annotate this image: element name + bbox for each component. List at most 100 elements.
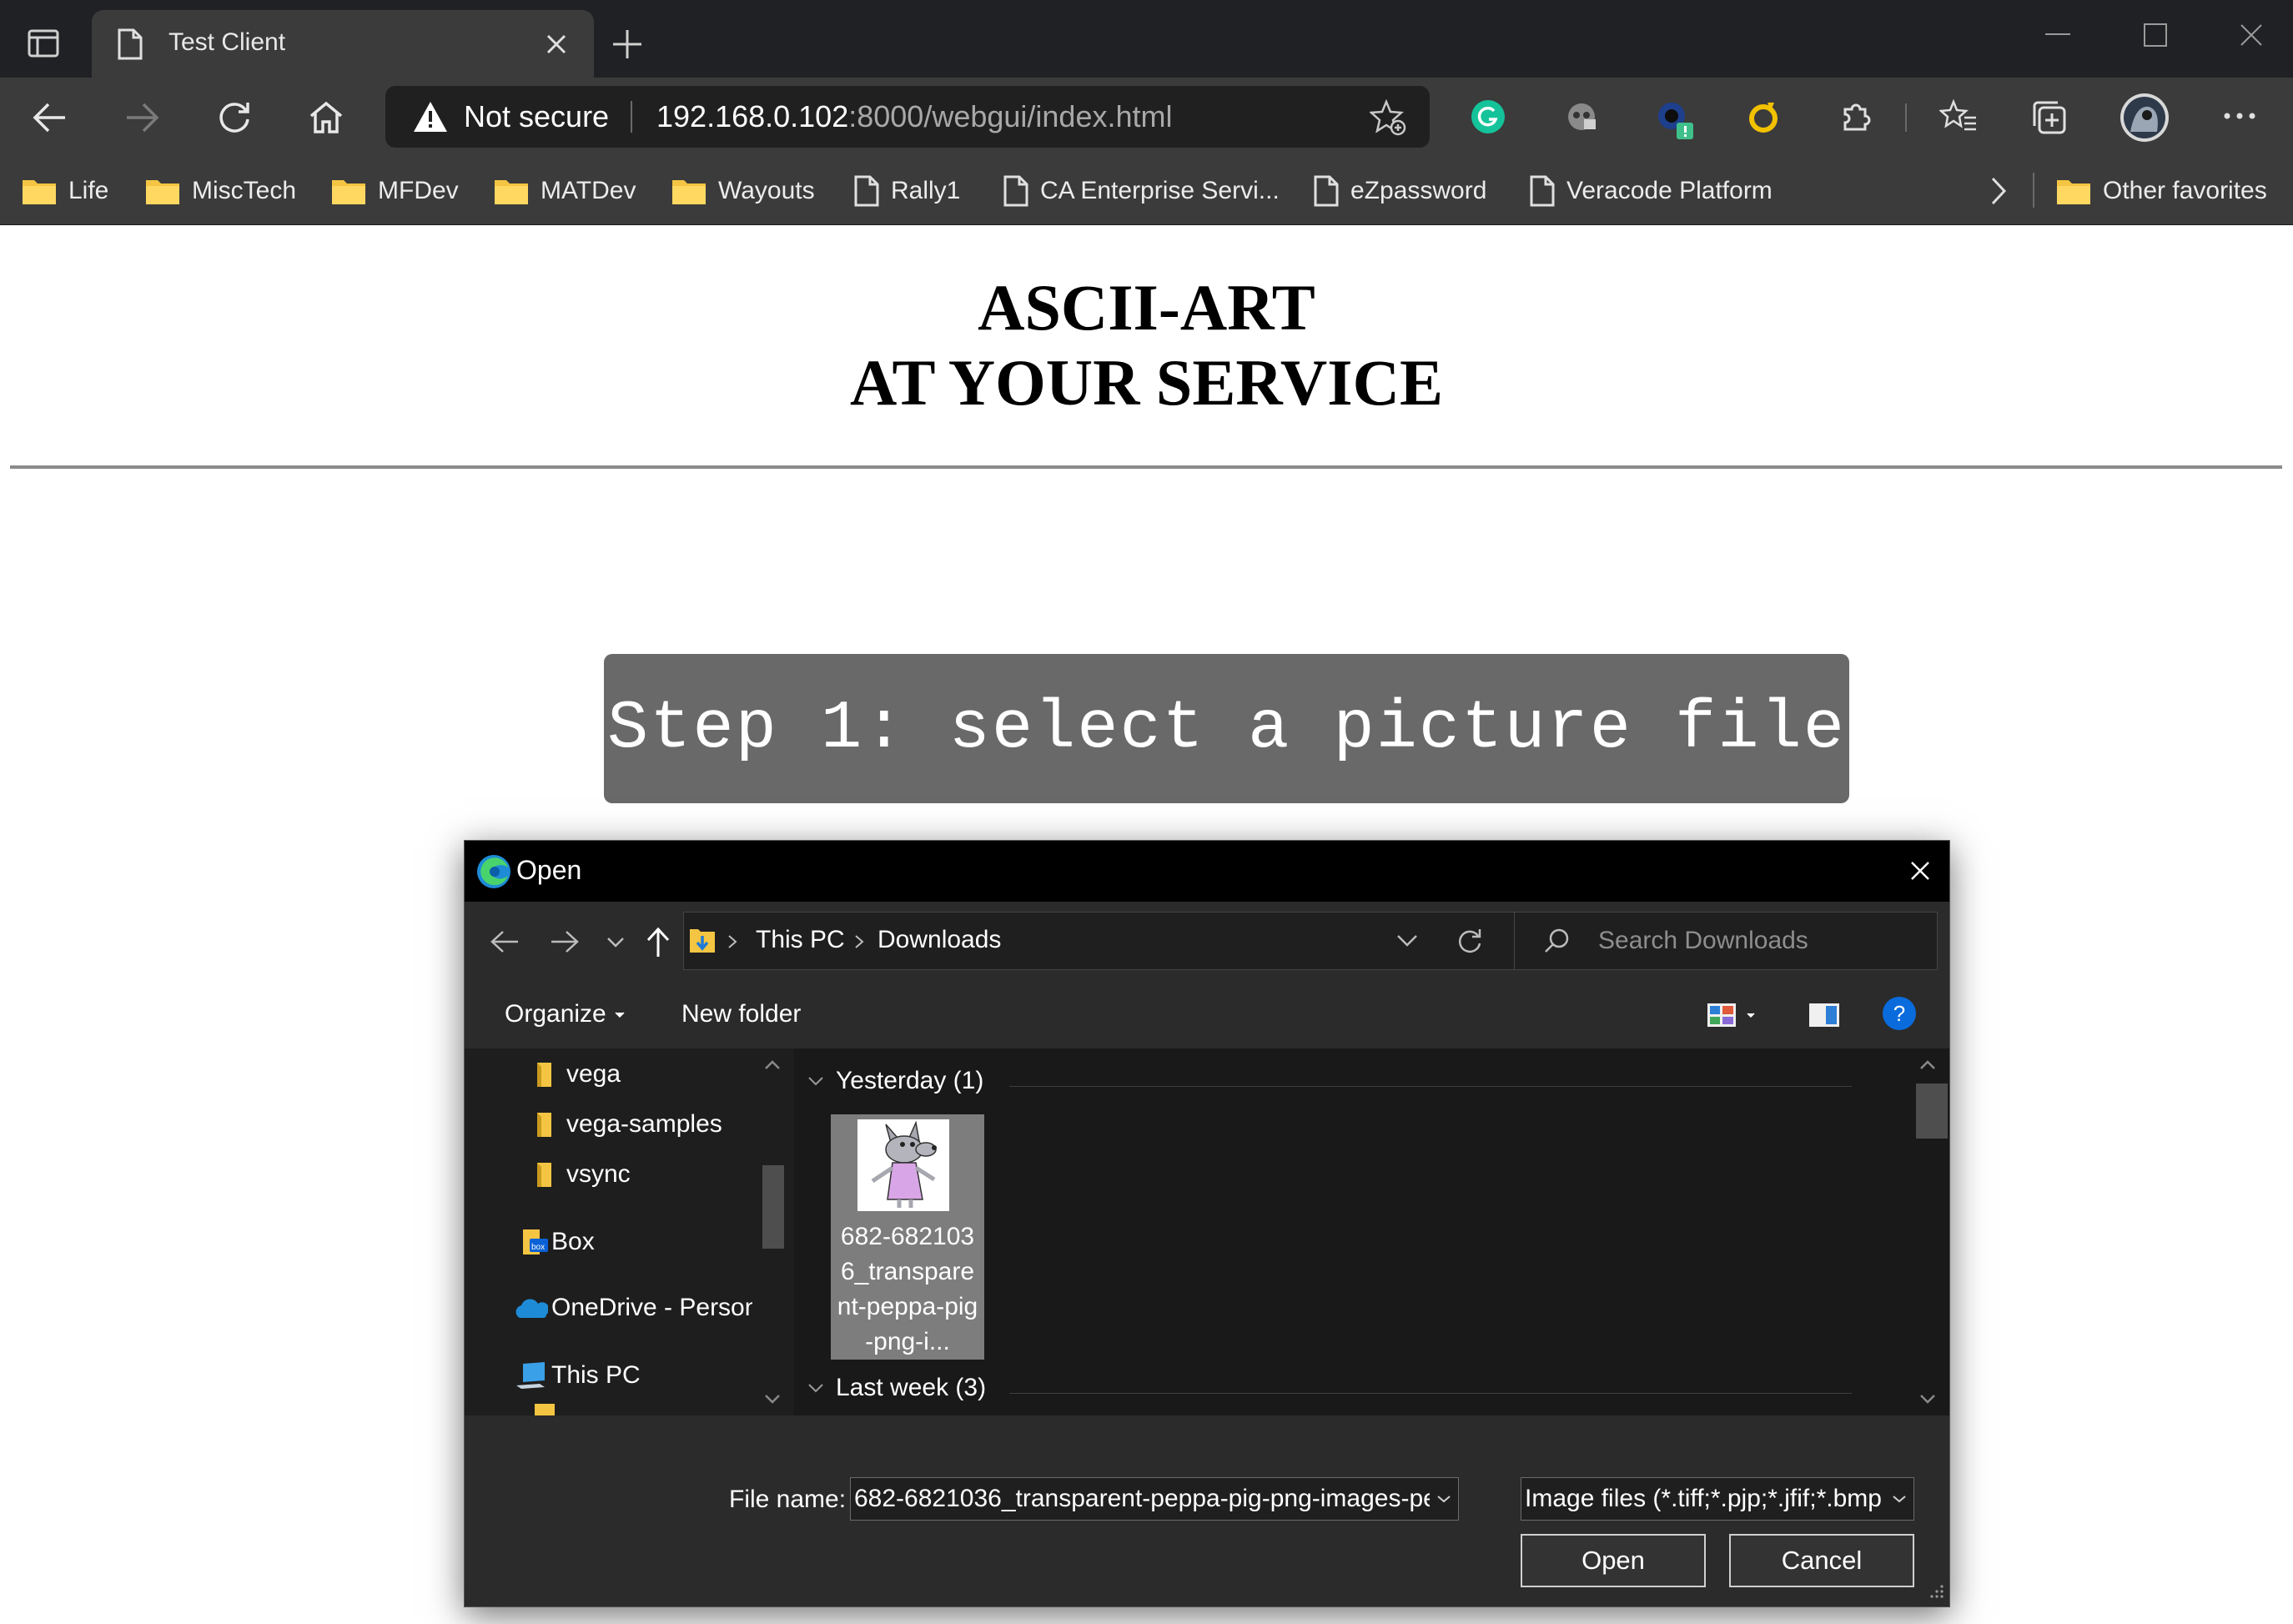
forward-icon[interactable] (123, 99, 160, 136)
favorite-wayouts[interactable]: Wayouts (671, 169, 815, 213)
favorites-divider (2033, 173, 2034, 208)
favorite-matdev[interactable]: MATDev (494, 169, 636, 213)
open-button[interactable]: Open (1521, 1534, 1706, 1587)
dialog-close-icon[interactable] (1910, 861, 1930, 881)
file-name-field-label: File name: (729, 1486, 847, 1513)
preview-pane-icon[interactable] (1808, 1000, 1841, 1030)
warning-icon[interactable] (412, 100, 449, 133)
group-label: Last week (3) (836, 1374, 987, 1401)
scroll-thumb[interactable] (1916, 1084, 1948, 1139)
close-window-icon[interactable] (2240, 23, 2263, 47)
chevron-down-icon[interactable] (1430, 1478, 1458, 1520)
nav-item-vsync[interactable]: vsync (535, 1160, 631, 1189)
address-divider (631, 101, 632, 133)
nav-item-label: This PC (551, 1361, 641, 1389)
up-folder-icon[interactable] (646, 927, 671, 958)
nav-item-vega-samples[interactable]: vega-samples (535, 1110, 722, 1139)
new-folder-button[interactable]: New folder (681, 1000, 801, 1028)
favorite-rally1[interactable]: Rally1 (854, 169, 960, 213)
maximize-icon[interactable] (2144, 23, 2167, 47)
recent-locations-chevron-icon[interactable] (606, 937, 625, 948)
new-tab-icon[interactable] (611, 28, 643, 60)
url-text[interactable]: 192.168.0.102:8000/webgui/index.html (656, 99, 1172, 134)
change-view-icon[interactable] (1706, 1000, 1759, 1030)
search-downloads-field[interactable]: Search Downloads (1514, 912, 1938, 970)
file-type-select[interactable]: Image files (*.tiff;*.pjp;*.jfif;*.bmp (1521, 1477, 1914, 1521)
page-icon (1003, 175, 1028, 207)
scroll-down-icon[interactable] (764, 1394, 781, 1404)
nav-item-vega[interactable]: vega (535, 1060, 621, 1089)
scroll-up-icon[interactable] (764, 1060, 781, 1070)
group-yesterday[interactable]: Yesterday (1) (807, 1067, 983, 1095)
page-icon (117, 28, 143, 60)
dialog-title-bar: Open (465, 841, 1949, 902)
nav-item-box[interactable]: box Box (520, 1227, 595, 1257)
folder-icon (535, 1110, 556, 1139)
close-tab-icon[interactable] (546, 33, 567, 55)
profile-avatar[interactable] (2119, 92, 2170, 143)
dialog-back-icon[interactable] (490, 929, 520, 954)
favorite-ezpassword[interactable]: eZpassword (1314, 169, 1486, 213)
scroll-down-icon[interactable] (1919, 1394, 1936, 1404)
favorite-label: CA Enterprise Servi... (1040, 177, 1280, 204)
favorites-bar: Life MiscTech MFDev MATDev Wayouts Rally… (0, 158, 2293, 225)
security-status[interactable]: Not secure (464, 99, 609, 134)
file-name-label: 682-6821036_transparent-peppa-pig-png-i.… (837, 1223, 978, 1355)
add-favorite-icon[interactable] (1370, 99, 1406, 136)
refresh-icon[interactable] (216, 99, 253, 136)
file-name-input[interactable]: 682-6821036_transparent-peppa-pig-png-im… (850, 1477, 1459, 1521)
scroll-thumb[interactable] (762, 1165, 784, 1249)
nav-item-onedrive[interactable]: OneDrive - Person (515, 1294, 758, 1322)
collections-icon[interactable] (2031, 99, 2068, 136)
nav-item-this-pc[interactable]: This PC (515, 1360, 641, 1390)
folder-icon (671, 177, 707, 205)
favorite-veracode[interactable]: Veracode Platform (1530, 169, 1773, 213)
more-options-icon[interactable] (2223, 112, 2256, 120)
file-item[interactable]: 682-6821036_transparent-peppa-pig-png-i.… (831, 1114, 984, 1360)
file-list-scrollbar[interactable] (1908, 1048, 1949, 1415)
svg-text:box: box (531, 1243, 545, 1252)
scroll-up-icon[interactable] (1919, 1060, 1936, 1070)
chevron-down-icon (807, 1383, 824, 1393)
extension-blue-icon[interactable] (1655, 98, 1695, 141)
dialog-forward-icon[interactable] (550, 929, 580, 954)
dialog-title: Open (516, 855, 582, 885)
back-icon[interactable] (32, 99, 68, 136)
favorite-mfdev[interactable]: MFDev (331, 169, 459, 213)
page-icon (1314, 175, 1339, 207)
tab-test-client[interactable]: Test Client (92, 10, 594, 78)
breadcrumb-this-pc[interactable]: This PC (756, 926, 845, 954)
home-icon[interactable] (308, 99, 344, 136)
step-1-select-file-button[interactable]: Step 1: select a picture file (604, 654, 1849, 803)
breadcrumb-downloads[interactable]: Downloads (877, 926, 1001, 954)
address-bar[interactable]: Not secure 192.168.0.102:8000/webgui/ind… (385, 86, 1430, 148)
minimize-icon[interactable] (2045, 33, 2070, 37)
horizontal-rule (10, 465, 2282, 469)
chevron-down-icon[interactable] (1885, 1478, 1913, 1520)
favorite-label: Veracode Platform (1566, 177, 1773, 204)
other-favorites[interactable]: Other favorites (2056, 169, 2267, 213)
resize-grip-icon[interactable] (1929, 1584, 1944, 1599)
grammarly-icon[interactable] (1471, 99, 1506, 134)
chevron-down-icon (807, 1076, 824, 1086)
organize-menu[interactable]: Organize (505, 982, 630, 1048)
edge-logo-icon (476, 854, 511, 889)
favorite-ca-enterprise[interactable]: CA Enterprise Servi... (1003, 169, 1280, 213)
path-history-chevron-icon[interactable] (1396, 934, 1418, 948)
favorite-label: eZpassword (1350, 177, 1487, 204)
favorite-life[interactable]: Life (22, 169, 108, 213)
folder-icon (331, 177, 366, 205)
help-icon[interactable]: ? (1883, 997, 1916, 1030)
navigation-scrollbar[interactable] (752, 1048, 794, 1415)
favorites-icon[interactable] (1939, 99, 1978, 134)
chevron-right-icon[interactable] (1989, 176, 2009, 206)
extension-mask-icon[interactable] (1564, 99, 1599, 134)
extensions-icon[interactable] (1838, 99, 1873, 134)
extension-yellow-icon[interactable] (1746, 99, 1781, 134)
group-last-week[interactable]: Last week (3) (807, 1374, 986, 1402)
favorite-misctech[interactable]: MiscTech (145, 169, 296, 213)
tab-actions-icon[interactable] (27, 27, 60, 60)
refresh-folder-icon[interactable] (1455, 927, 1485, 957)
cancel-button[interactable]: Cancel (1729, 1534, 1914, 1587)
path-bar[interactable]: This PC Downloads (683, 912, 1517, 970)
